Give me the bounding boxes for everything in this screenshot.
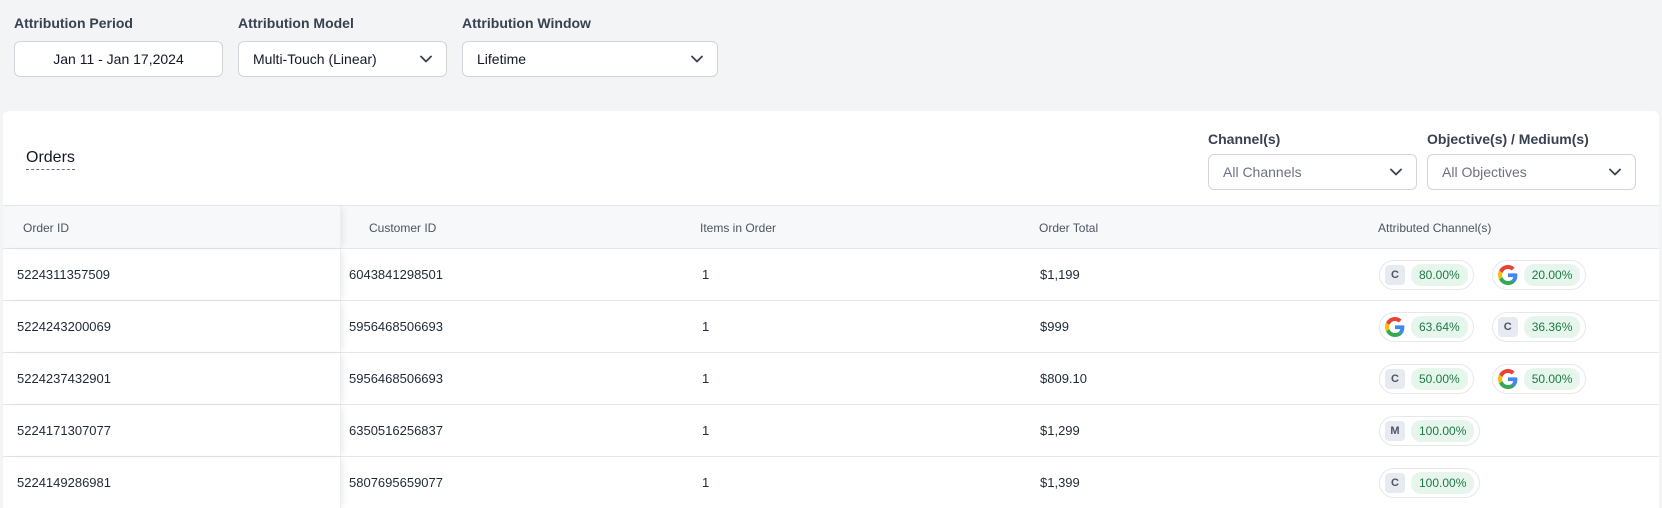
column-header-attributed-channels[interactable]: Attributed Channel(s) (1378, 206, 1491, 250)
order-id-cell: 5224243200069 (17, 319, 111, 334)
items-cell: 1 (702, 475, 710, 490)
attribution-filter-bar: Attribution Period Jan 11 - Jan 17,2024 … (0, 0, 1662, 87)
google-icon (1497, 369, 1518, 389)
channel-percentage: 80.00% (1411, 264, 1468, 286)
channel-percentage: 100.00% (1411, 472, 1475, 494)
order-total-cell: $1,299 (1040, 423, 1080, 438)
channel-chip[interactable]: 50.00% (1491, 364, 1587, 394)
channel-letter-icon: C (1497, 317, 1518, 337)
google-icon (1497, 265, 1518, 285)
column-header-order-id[interactable]: Order ID (23, 206, 69, 250)
channel-percentage: 100.00% (1411, 420, 1475, 442)
items-cell: 1 (702, 423, 710, 438)
channels-label: Channel(s) (1208, 131, 1281, 147)
attributed-channels-cell: C 100.00% (1379, 468, 1481, 498)
column-header-customer-id[interactable]: Customer ID (369, 206, 436, 250)
order-total-cell: $1,199 (1040, 267, 1080, 282)
table-body: 5224311357509 6043841298501 1 $1,199 C 80.00%… (3, 249, 1659, 508)
order-total-cell: $999 (1040, 319, 1069, 334)
attribution-model-filter: Attribution Model Multi-Touch (Linear) (238, 14, 447, 77)
attribution-window-filter: Attribution Window Lifetime (462, 14, 718, 77)
column-header-items[interactable]: Items in Order (700, 206, 776, 250)
channel-percentage: 36.36% (1523, 316, 1581, 338)
channel-percentage: 20.00% (1523, 264, 1581, 286)
order-total-cell: $809.10 (1040, 371, 1087, 386)
items-cell: 1 (702, 267, 710, 282)
customer-id-cell: 5956468506693 (349, 371, 443, 386)
attribution-period-label: Attribution Period (14, 15, 133, 31)
attributed-channels-cell: 63.64% C 36.36% (1379, 312, 1587, 342)
attribution-window-label: Attribution Window (462, 15, 591, 31)
channel-percentage: 50.00% (1411, 368, 1468, 390)
channel-letter-icon: C (1385, 369, 1405, 389)
attribution-window-value: Lifetime (477, 51, 527, 67)
objectives-label: Objective(s) / Medium(s) (1427, 131, 1589, 147)
attributed-channels-cell: M 100.00% (1379, 416, 1481, 446)
channel-chip[interactable]: C 100.00% (1379, 468, 1481, 498)
channels-select[interactable]: All Channels (1208, 154, 1417, 190)
table-row[interactable]: 5224243200069 5956468506693 1 $999 63.64% C 36… (3, 301, 1659, 353)
objectives-value: All Objectives (1442, 164, 1527, 180)
customer-id-cell: 5956468506693 (349, 319, 443, 334)
order-total-cell: $1,399 (1040, 475, 1080, 490)
google-icon (1385, 317, 1405, 337)
orders-title: Orders (26, 149, 75, 170)
attributed-channels-cell: C 80.00% 20.00% (1379, 260, 1587, 290)
customer-id-cell: 5807695659077 (349, 475, 443, 490)
table-row[interactable]: 5224149286981 5807695659077 1 $1,399 C 100.00… (3, 457, 1659, 508)
table-row[interactable]: 5224237432901 5956468506693 1 $809.10 C 50.00… (3, 353, 1659, 405)
attributed-channels-cell: C 50.00% 50.00% (1379, 364, 1587, 394)
channel-chip[interactable]: M 100.00% (1379, 416, 1481, 446)
chevron-down-icon (1609, 168, 1621, 176)
channels-value: All Channels (1223, 164, 1302, 180)
order-id-cell: 5224237432901 (17, 371, 111, 386)
channel-percentage: 63.64% (1411, 316, 1468, 338)
attribution-period-picker[interactable]: Jan 11 - Jan 17,2024 (14, 41, 223, 77)
chevron-down-icon (420, 55, 432, 63)
items-cell: 1 (702, 319, 710, 334)
attribution-period-filter: Attribution Period Jan 11 - Jan 17,2024 (14, 14, 223, 77)
channel-letter-icon: C (1385, 265, 1405, 285)
google-icon (1497, 265, 1518, 285)
items-cell: 1 (702, 371, 710, 386)
channel-chip[interactable]: C 36.36% (1491, 312, 1587, 342)
channel-chip[interactable]: C 80.00% (1379, 260, 1474, 290)
chevron-down-icon (691, 55, 703, 63)
objectives-filter: Objective(s) / Medium(s) All Objectives (1427, 130, 1636, 190)
chevron-down-icon (1390, 168, 1402, 176)
channels-filter: Channel(s) All Channels (1208, 130, 1417, 190)
attribution-model-select[interactable]: Multi-Touch (Linear) (238, 41, 447, 77)
objectives-select[interactable]: All Objectives (1427, 154, 1636, 190)
orders-card: Orders Channel(s) All Channels Objective… (3, 111, 1659, 508)
order-id-cell: 5224311357509 (17, 267, 111, 282)
customer-id-cell: 6043841298501 (349, 267, 443, 282)
orders-table: Order ID Customer ID Items in Order Orde… (3, 205, 1659, 508)
attribution-model-label: Attribution Model (238, 15, 354, 31)
google-icon (1385, 317, 1405, 337)
attribution-model-value: Multi-Touch (Linear) (253, 51, 377, 67)
table-header: Order ID Customer ID Items in Order Orde… (3, 205, 1659, 249)
customer-id-cell: 6350516256837 (349, 423, 443, 438)
column-header-order-total[interactable]: Order Total (1039, 206, 1098, 250)
channel-chip[interactable]: 63.64% (1379, 312, 1474, 342)
table-row[interactable]: 5224311357509 6043841298501 1 $1,199 C 80.00%… (3, 249, 1659, 301)
channel-chip[interactable]: 20.00% (1491, 260, 1587, 290)
channel-chip[interactable]: C 50.00% (1379, 364, 1474, 394)
order-id-cell: 5224171307077 (17, 423, 111, 438)
channel-letter-icon: M (1385, 421, 1405, 441)
table-row[interactable]: 5224171307077 6350516256837 1 $1,299 M 100.00… (3, 405, 1659, 457)
google-icon (1497, 369, 1518, 389)
attribution-window-select[interactable]: Lifetime (462, 41, 718, 77)
channel-percentage: 50.00% (1523, 368, 1581, 390)
attribution-period-value: Jan 11 - Jan 17,2024 (53, 51, 184, 67)
channel-letter-icon: C (1385, 473, 1405, 493)
order-id-cell: 5224149286981 (17, 475, 111, 490)
